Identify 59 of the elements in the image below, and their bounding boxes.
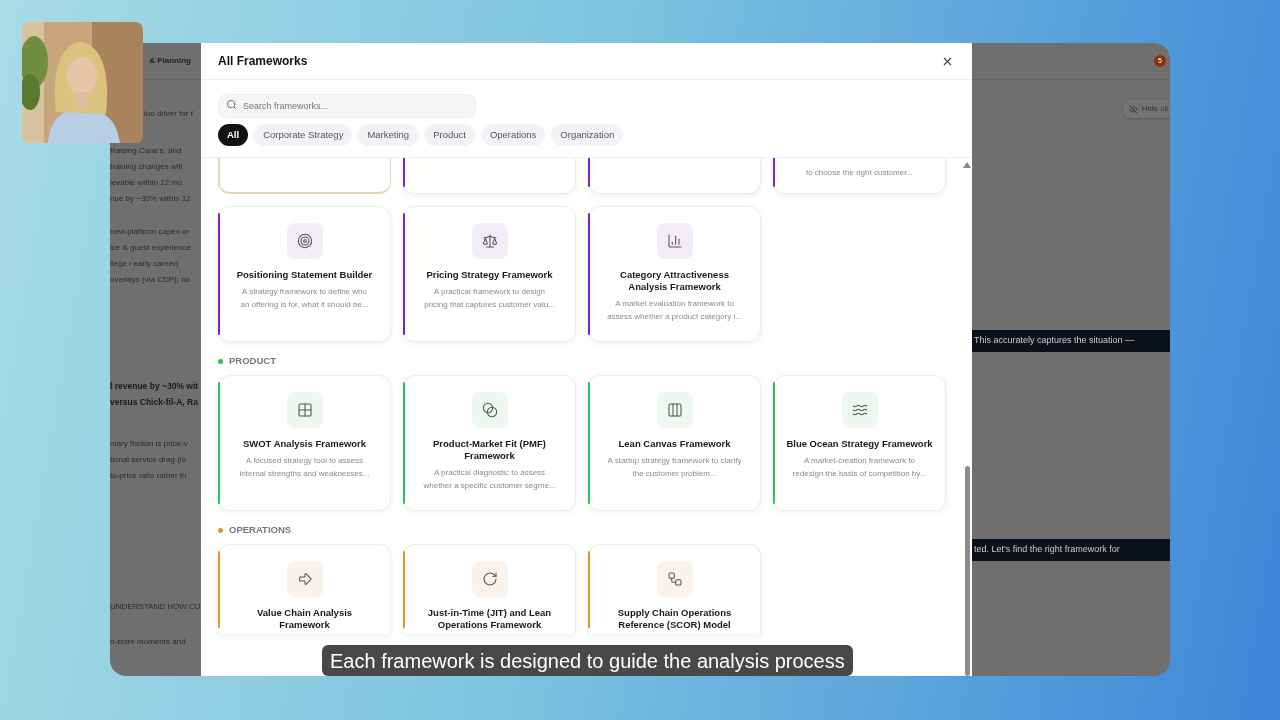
- framework-card[interactable]: Supply Chain Operations Reference (SCOR) Model: [588, 544, 761, 634]
- framework-card[interactable]: Value Chain Analysis Framework: [218, 544, 391, 634]
- waves-icon: [841, 392, 878, 428]
- message-banner: This accurately captures the situation —: [972, 330, 1170, 352]
- message-banner: ted. Let's find the right framework for: [972, 539, 1170, 561]
- card-title: Blue Ocean Strategy Framework: [786, 438, 933, 450]
- framework-card[interactable]: Pricing Strategy Framework A practical framework to design pricing that captures customer valu...: [403, 206, 576, 342]
- text-line: l revenue by ~30% wit: [110, 381, 200, 392]
- card-description: A market evaluation framework to assess whether a product category i...: [606, 298, 743, 323]
- framework-card[interactable]: Just-in-Time (JIT) and Lean Operations Framework: [403, 544, 576, 634]
- card-title: Value Chain Analysis Framework: [255, 607, 354, 631]
- filter-chip[interactable]: Product: [424, 124, 475, 146]
- columns-icon: [656, 392, 693, 428]
- filter-chip[interactable]: Organization: [551, 124, 624, 146]
- rotate-icon: [471, 561, 508, 597]
- card-title: Supply Chain Operations Reference (SCOR) Model: [616, 607, 733, 631]
- framework-card[interactable]: [218, 158, 391, 194]
- card-title: SWOT Analysis Framework: [242, 438, 367, 450]
- filter-chip[interactable]: Operations: [480, 124, 546, 146]
- framework-card[interactable]: Blue Ocean Strategy Framework A market-creation framework to redesign the basis of competition by...: [773, 375, 946, 511]
- card-description: A practical diagnostic to assess whether a specific customer segme...: [422, 467, 557, 492]
- scale-icon: [471, 223, 508, 259]
- page-title: & Planning: [149, 55, 191, 67]
- search-field[interactable]: Search frameworks...: [218, 94, 476, 118]
- framework-card[interactable]: Category Attractiveness Analysis Framework A market evaluation framework to assess whether a product category i...: [588, 206, 761, 342]
- card-title: Just-in-Time (JIT) and Lean Operations Framework: [426, 607, 553, 631]
- filter-chip[interactable]: All: [218, 124, 249, 146]
- card-description: A focused strategy tool to assess internal strengths and weaknesses...: [238, 455, 371, 480]
- eye-off-icon: [1128, 104, 1138, 114]
- grid-icon: [286, 392, 323, 428]
- card-title: Pricing Strategy Framework: [426, 269, 553, 281]
- card-description: to choose the right customer...: [805, 167, 914, 179]
- framework-card[interactable]: [588, 158, 761, 194]
- workflow-icon: [656, 561, 693, 597]
- framework-card[interactable]: Product-Market Fit (PMF) Framework A practical diagnostic to assess whether a specific customer segme...: [403, 375, 576, 511]
- framework-card[interactable]: Lean Canvas Framework A startup strategy framework to clarify the customer problem...: [588, 375, 761, 511]
- section-heading: OPERATIONS: [229, 522, 292, 537]
- overlapping-circles-icon: [471, 392, 508, 428]
- card-title: Product-Market Fit (PMF) Framework: [432, 438, 547, 462]
- card-description: A practical framework to design pricing that captures customer valu...: [423, 286, 556, 311]
- card-title: Positioning Statement Builder: [236, 269, 373, 281]
- framework-card[interactable]: SWOT Analysis Framework A focused strategy tool to assess internal strengths and weaknesses...: [218, 375, 391, 511]
- framework-card[interactable]: to choose the right customer...: [773, 158, 946, 194]
- framework-card[interactable]: Positioning Statement Builder A strategy framework to define who an offering is for, what it should be...: [218, 206, 391, 342]
- card-description: A market-creation framework to redesign the basis of competition by...: [791, 455, 928, 480]
- framework-card[interactable]: [403, 158, 576, 194]
- card-title: Lean Canvas Framework: [618, 438, 731, 450]
- dialog-title: All Frameworks: [218, 53, 308, 70]
- text-line: versus Chick-fil-A, Ra: [110, 397, 199, 408]
- section-heading: PRODUCT: [229, 353, 276, 368]
- filter-chip[interactable]: Corporate Strategy: [254, 124, 353, 146]
- target-icon: [286, 223, 323, 259]
- video-caption: Each framework is designed to guide the analysis process: [322, 645, 853, 676]
- bar-chart-icon: [656, 223, 693, 259]
- search-icon: [226, 98, 237, 110]
- card-description: A startup strategy framework to clarify the customer problem...: [606, 455, 743, 480]
- card-title: Category Attractiveness Analysis Framework: [619, 269, 730, 293]
- filter-chip[interactable]: Marketing: [358, 124, 419, 146]
- card-description: A strategy framework to define who an offering is for, what it should be...: [239, 286, 370, 311]
